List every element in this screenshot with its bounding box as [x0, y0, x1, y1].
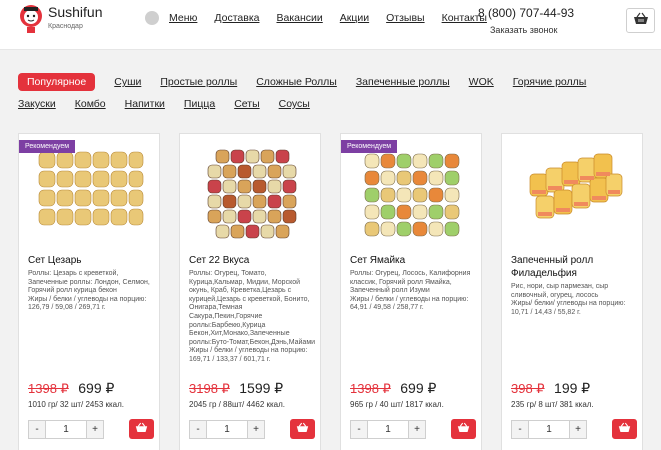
nav-vacancies[interactable]: Вакансии — [276, 12, 322, 24]
product-card: Сет 22 Вкуса Роллы: Огурец, Томато, Кури… — [179, 133, 321, 450]
quantity-stepper: - 1 + — [350, 420, 426, 439]
callback-link[interactable]: Заказать звонок — [490, 25, 557, 35]
old-price: 3198 ₽ — [189, 381, 230, 396]
product-card: Рекомендуем Сет Ямайка Роллы: Огурец, Ло… — [340, 133, 482, 450]
category-tabs: Популярное Суши Простые роллы Сложные Ро… — [18, 73, 638, 117]
product-image[interactable] — [33, 144, 147, 244]
product-card: Запеченный ролл Филадельфия Рис, нори, с… — [501, 133, 643, 450]
increase-button[interactable]: + — [569, 421, 586, 438]
quantity-value[interactable]: 1 — [207, 421, 247, 438]
current-price: 699 ₽ — [400, 380, 437, 396]
quantity-stepper: - 1 + — [28, 420, 104, 439]
category-sauces[interactable]: Соусы — [279, 95, 310, 113]
quantity-stepper: - 1 + — [189, 420, 265, 439]
product-image[interactable] — [355, 144, 469, 244]
increase-button[interactable]: + — [86, 421, 103, 438]
product-title[interactable]: Сет 22 Вкуса — [189, 254, 317, 267]
category-baked-rolls[interactable]: Запеченные роллы — [356, 73, 450, 91]
basket-icon — [618, 420, 631, 438]
basket-icon — [633, 12, 649, 30]
category-hot-rolls[interactable]: Горячие роллы — [513, 73, 587, 91]
decrease-button[interactable]: - — [351, 421, 368, 438]
recommended-badge: Рекомендуем — [19, 140, 76, 153]
price-block: 398 ₽ 199 ₽ — [511, 380, 590, 398]
basket-icon — [296, 420, 309, 438]
current-price: 699 ₽ — [78, 380, 115, 396]
site-header: Sushifun Краснодар Меню Доставка Ваканси… — [0, 0, 661, 50]
nav-reviews[interactable]: Отзывы — [386, 12, 424, 24]
category-complex-rolls[interactable]: Сложные Роллы — [256, 73, 337, 91]
product-info: 965 гр / 40 шт/ 1817 ккал. — [350, 400, 444, 409]
product-description: Рис, нори, сыр пармезан, сыр сливочный, … — [511, 283, 626, 316]
product-description: Роллы: Огурец, Лосось, Калифорния класси… — [350, 270, 471, 312]
product-info: 1010 гр/ 32 шт/ 2453 ккал. — [28, 400, 125, 409]
category-pizza[interactable]: Пицца — [184, 95, 215, 113]
decrease-button[interactable]: - — [512, 421, 529, 438]
category-sets[interactable]: Сеты — [234, 95, 259, 113]
current-price: 199 ₽ — [554, 380, 591, 396]
increase-button[interactable]: + — [408, 421, 425, 438]
product-title[interactable]: Сет Ямайка — [350, 254, 478, 267]
sushifun-logo-icon[interactable] — [18, 4, 44, 34]
main-nav: Меню Доставка Вакансии Акции Отзывы Конт… — [169, 12, 504, 24]
add-to-cart-button[interactable] — [612, 419, 637, 439]
quantity-value[interactable]: 1 — [529, 421, 569, 438]
category-wok[interactable]: WOK — [469, 73, 494, 91]
add-to-cart-button[interactable] — [451, 419, 476, 439]
price-block: 3198 ₽ 1599 ₽ — [189, 380, 283, 398]
quantity-value[interactable]: 1 — [368, 421, 408, 438]
product-image[interactable] — [194, 144, 308, 244]
category-drinks[interactable]: Напитки — [125, 95, 165, 113]
product-card: Рекомендуем Сет Цезарь Роллы: Цезарь с к… — [18, 133, 160, 450]
old-price: 398 ₽ — [511, 381, 545, 396]
product-info: 2045 гр / 88шт/ 4462 ккал. — [189, 400, 286, 409]
recommended-badge: Рекомендуем — [341, 140, 398, 153]
old-price: 1398 ₽ — [28, 381, 69, 396]
nav-promotions[interactable]: Акции — [340, 12, 369, 24]
brand-name[interactable]: Sushifun — [48, 4, 102, 20]
basket-icon — [135, 420, 148, 438]
product-image[interactable] — [516, 144, 630, 244]
product-info: 235 гр/ 8 шт/ 381 ккал. — [511, 400, 594, 409]
quantity-value[interactable]: 1 — [46, 421, 86, 438]
category-simple-rolls[interactable]: Простые роллы — [160, 73, 237, 91]
add-to-cart-button[interactable] — [129, 419, 154, 439]
product-title[interactable]: Запеченный ролл Филадельфия — [511, 254, 639, 280]
price-block: 1398 ₽ 699 ₽ — [350, 380, 436, 398]
category-snacks[interactable]: Закуски — [18, 95, 56, 113]
category-combo[interactable]: Комбо — [75, 95, 106, 113]
decrease-button[interactable]: - — [29, 421, 46, 438]
city-label: Краснодар — [48, 23, 83, 30]
product-description: Роллы: Цезарь с креветкой, Запеченные ро… — [28, 270, 150, 312]
add-to-cart-button[interactable] — [290, 419, 315, 439]
current-price: 1599 ₽ — [239, 380, 284, 396]
category-sushi[interactable]: Суши — [114, 73, 141, 91]
decrease-button[interactable]: - — [190, 421, 207, 438]
menu-gear-icon — [145, 11, 159, 25]
old-price: 1398 ₽ — [350, 381, 391, 396]
product-title[interactable]: Сет Цезарь — [28, 254, 156, 267]
cart-button[interactable] — [626, 8, 655, 33]
product-description: Роллы: Огурец, Томато, Курица,Кальмар, М… — [189, 270, 316, 363]
nav-delivery[interactable]: Доставка — [214, 12, 259, 24]
nav-menu[interactable]: Меню — [169, 12, 197, 24]
phone-number[interactable]: 8 (800) 707-44-93 — [478, 6, 574, 20]
basket-icon — [457, 420, 470, 438]
quantity-stepper: - 1 + — [511, 420, 587, 439]
increase-button[interactable]: + — [247, 421, 264, 438]
price-block: 1398 ₽ 699 ₽ — [28, 380, 114, 398]
category-popular[interactable]: Популярное — [18, 73, 96, 91]
